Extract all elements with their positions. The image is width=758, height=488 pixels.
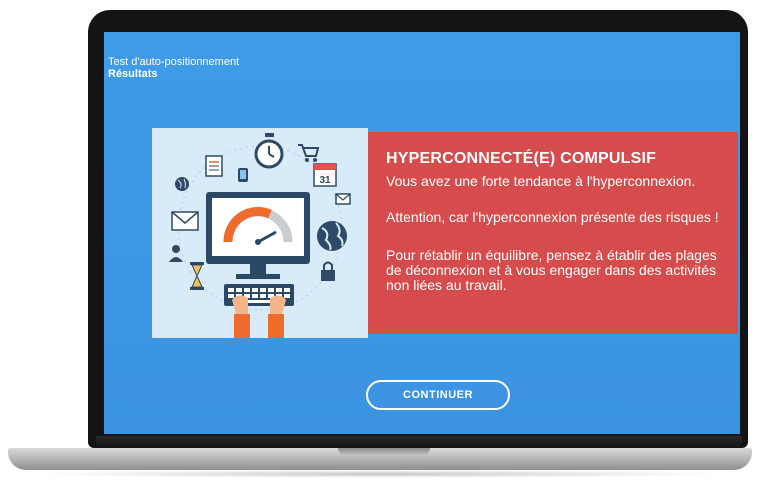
stopwatch-icon: [254, 133, 284, 169]
hourglass-icon: [190, 262, 204, 290]
calendar-day: 31: [319, 175, 331, 186]
result-paragraph-1: Vous avez une forte tendance à l'hyperco…: [386, 173, 696, 189]
globe-icon: [175, 177, 189, 191]
shopping-cart-icon: [298, 144, 320, 162]
calendar-icon: 31: [313, 163, 337, 187]
result-heading: HYPERCONNECTÉ(E) COMPULSIF: [386, 150, 657, 167]
user-icon: [169, 245, 183, 262]
laptop-shadow: [30, 470, 730, 478]
world-globe-icon: [317, 221, 347, 251]
document-icon: [205, 155, 223, 177]
result-panel: HYPERCONNECTÉ(E) COMPULSIF Vous avez une…: [368, 132, 738, 334]
laptop-screen: Test d'auto-positionnement Résultats 31 …: [104, 32, 740, 434]
lock-icon: [321, 261, 335, 281]
breadcrumb: Test d'auto-positionnement Résultats: [108, 56, 239, 80]
phone-icon: [238, 168, 248, 182]
result-paragraph-3: Pour rétablir un équilibre, pensez à éta…: [386, 247, 717, 293]
laptop-notch: [338, 448, 430, 455]
continue-button[interactable]: CONTINUER: [366, 380, 510, 410]
mail-icon: [335, 193, 351, 205]
breadcrumb-subtitle: Résultats: [108, 68, 158, 80]
hyperconnection-illustration: 31: [152, 128, 368, 338]
envelope-icon: [171, 211, 199, 231]
monitor-icon: [206, 192, 310, 279]
result-paragraph-2: Attention, car l'hyperconnexion présente…: [386, 209, 719, 225]
breadcrumb-title: Test d'auto-positionnement: [108, 56, 240, 68]
